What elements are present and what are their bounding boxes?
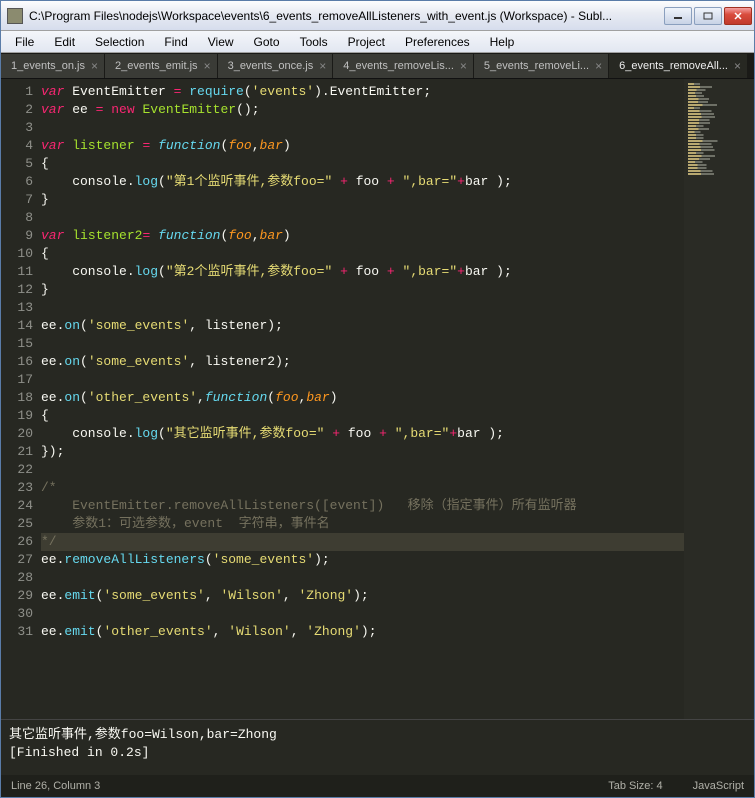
tab[interactable]: 1_events_on.js × — [1, 54, 105, 78]
menu-help[interactable]: Help — [480, 33, 525, 51]
status-syntax[interactable]: JavaScript — [693, 780, 744, 792]
tab-label: 3_events_once.js — [228, 60, 314, 72]
code-line[interactable] — [41, 569, 684, 587]
code-line[interactable] — [41, 209, 684, 227]
maximize-button[interactable] — [694, 7, 722, 25]
tab-label: 4_events_removeLis... — [343, 60, 454, 72]
close-button[interactable] — [724, 7, 752, 25]
code-line[interactable]: 参数1：可选参数，event 字符串，事件名 — [41, 515, 684, 533]
output-line: [Finished in 0.2s] — [9, 744, 746, 762]
close-icon[interactable]: × — [319, 60, 326, 72]
status-position[interactable]: Line 26, Column 3 — [11, 780, 608, 792]
tab-label: 1_events_on.js — [11, 60, 85, 72]
code-line[interactable] — [41, 461, 684, 479]
menu-edit[interactable]: Edit — [44, 33, 85, 51]
menu-file[interactable]: File — [5, 33, 44, 51]
tabbar: 1_events_on.js×2_events_emit.js×3_events… — [1, 53, 754, 79]
tab[interactable]: 3_events_once.js × — [218, 54, 334, 78]
code-line[interactable]: var EventEmitter = require('events').Eve… — [41, 83, 684, 101]
code-line[interactable]: /* — [41, 479, 684, 497]
close-icon[interactable]: × — [595, 60, 602, 72]
statusbar: Line 26, Column 3 Tab Size: 4 JavaScript — [1, 775, 754, 797]
code-line[interactable] — [41, 335, 684, 353]
code-line[interactable]: } — [41, 191, 684, 209]
window-title: C:\Program Files\nodejs\Workspace\events… — [29, 9, 664, 23]
code-line[interactable] — [41, 371, 684, 389]
code-line[interactable]: EventEmitter.removeAllListeners([event])… — [41, 497, 684, 515]
code-line[interactable]: { — [41, 407, 684, 425]
code-line[interactable]: ee.emit('other_events', 'Wilson', 'Zhong… — [41, 623, 684, 641]
code-line[interactable]: ee.on('other_events',function(foo,bar) — [41, 389, 684, 407]
close-icon[interactable]: × — [91, 60, 98, 72]
code-line[interactable]: console.log("第1个监听事件,参数foo=" + foo + ",b… — [41, 173, 684, 191]
code-line[interactable] — [41, 119, 684, 137]
code-area[interactable]: var EventEmitter = require('events').Eve… — [41, 79, 684, 719]
close-icon[interactable]: × — [734, 60, 741, 72]
code-line[interactable]: var ee = new EventEmitter(); — [41, 101, 684, 119]
output-line: 其它监听事件,参数foo=Wilson,bar=Zhong — [9, 726, 746, 744]
app-icon — [7, 8, 23, 24]
code-line[interactable]: */ — [41, 533, 684, 551]
menu-selection[interactable]: Selection — [85, 33, 154, 51]
code-line[interactable]: ee.on('some_events', listener); — [41, 317, 684, 335]
code-line[interactable]: ee.emit('some_events', 'Wilson', 'Zhong'… — [41, 587, 684, 605]
minimap[interactable] — [684, 79, 754, 719]
window-buttons — [664, 7, 752, 25]
build-output[interactable]: 其它监听事件,参数foo=Wilson,bar=Zhong [Finished … — [1, 719, 754, 775]
code-line[interactable]: var listener = function(foo,bar) — [41, 137, 684, 155]
menu-preferences[interactable]: Preferences — [395, 33, 480, 51]
tab-label: 5_events_removeLi... — [484, 60, 589, 72]
menu-tools[interactable]: Tools — [290, 33, 338, 51]
code-line[interactable]: console.log("其它监听事件,参数foo=" + foo + ",ba… — [41, 425, 684, 443]
code-line[interactable]: ee.on('some_events', listener2); — [41, 353, 684, 371]
code-line[interactable]: { — [41, 155, 684, 173]
tab[interactable]: 2_events_emit.js × — [105, 54, 218, 78]
menu-view[interactable]: View — [198, 33, 244, 51]
code-line[interactable]: var listener2= function(foo,bar) — [41, 227, 684, 245]
code-line[interactable] — [41, 299, 684, 317]
status-tabsize[interactable]: Tab Size: 4 — [608, 780, 662, 792]
code-line[interactable]: { — [41, 245, 684, 263]
menu-find[interactable]: Find — [154, 33, 197, 51]
code-line[interactable]: }); — [41, 443, 684, 461]
close-icon[interactable]: × — [460, 60, 467, 72]
tab[interactable]: 5_events_removeLi... × — [474, 54, 609, 78]
menu-goto[interactable]: Goto — [244, 33, 290, 51]
tab[interactable]: 4_events_removeLis... × — [333, 54, 474, 78]
tab-label: 2_events_emit.js — [115, 60, 198, 72]
menu-project[interactable]: Project — [338, 33, 395, 51]
minimize-button[interactable] — [664, 7, 692, 25]
line-gutter: 1234567891011121314151617181920212223242… — [1, 79, 41, 719]
editor[interactable]: 1234567891011121314151617181920212223242… — [1, 79, 754, 719]
close-icon[interactable]: × — [204, 60, 211, 72]
tab-label: 6_events_removeAll... — [619, 60, 728, 72]
code-line[interactable]: ee.removeAllListeners('some_events'); — [41, 551, 684, 569]
menubar: File Edit Selection Find View Goto Tools… — [1, 31, 754, 53]
code-line[interactable]: } — [41, 281, 684, 299]
tab[interactable]: 6_events_removeAll... × — [609, 54, 748, 78]
code-line[interactable] — [41, 605, 684, 623]
code-line[interactable]: console.log("第2个监听事件,参数foo=" + foo + ",b… — [41, 263, 684, 281]
titlebar[interactable]: C:\Program Files\nodejs\Workspace\events… — [1, 1, 754, 31]
